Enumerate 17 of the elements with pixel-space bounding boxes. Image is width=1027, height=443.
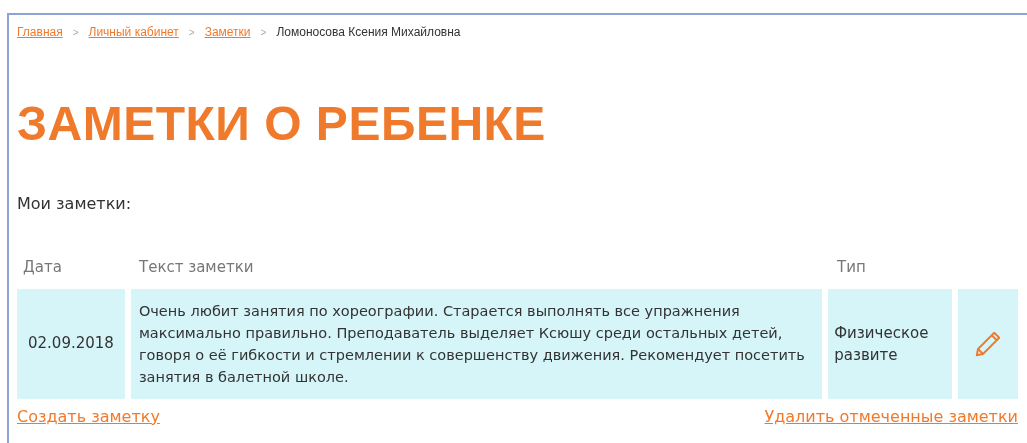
breadcrumb-current: Ломоносова Ксения Михайловна (276, 24, 461, 41)
page-title: ЗАМЕТКИ О РЕБЕНКЕ (17, 96, 547, 152)
table-cell: Физическое развите (828, 288, 953, 399)
breadcrumb-separator: > (188, 25, 195, 40)
breadcrumb-separator: > (72, 25, 79, 40)
column-header: Текст заметки (138, 257, 255, 278)
breadcrumb-link[interactable]: Заметки (204, 23, 251, 41)
column-header: Дата (22, 257, 63, 278)
delete-selected-link[interactable]: Удалить отмеченные заметки (764, 404, 1018, 429)
section-label: Мои заметки: (17, 193, 132, 215)
table-cell: Очень любит занятия по хореографии. Старается выполнять все упражнения максимально правильно. Преподаватель выделяет Ксюшу среди остальных детей, говоря о её гибкости и стремлении к совершенству движения. Рекомендует посетить занятия в балетной школе. (130, 288, 823, 399)
breadcrumb-separator: > (260, 25, 267, 40)
column-header: Тип (836, 257, 867, 278)
breadcrumb-link[interactable]: Главная (17, 23, 63, 41)
create-note-link[interactable]: Создать заметку (17, 404, 160, 429)
breadcrumb-link[interactable]: Личный кабинет (88, 23, 179, 41)
table-cell: 02.09.2018 (17, 288, 125, 399)
